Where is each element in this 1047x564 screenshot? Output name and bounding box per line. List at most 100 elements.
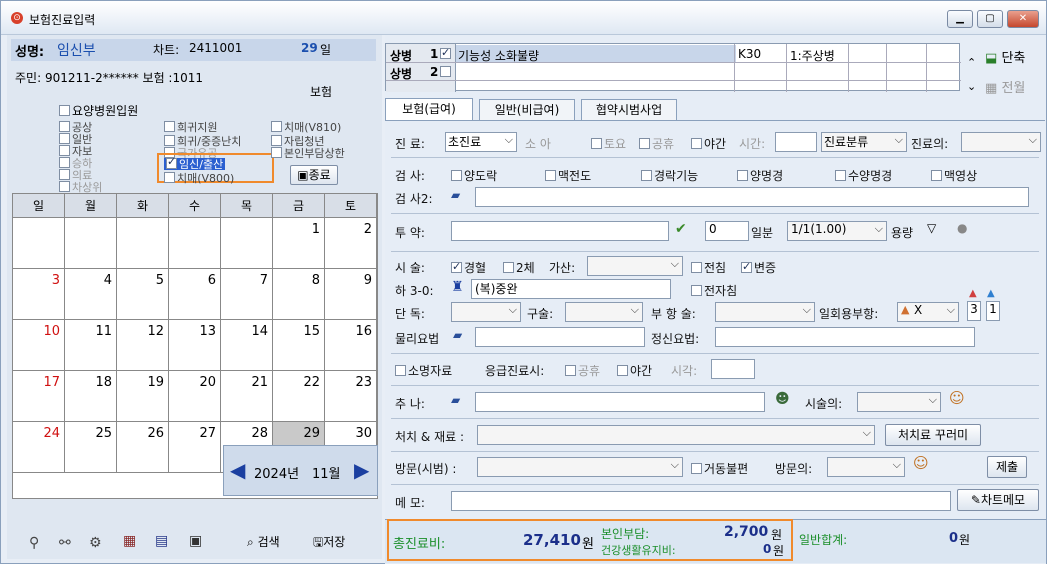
ha-input[interactable]: (복)중완 <box>471 279 671 299</box>
calendar-day[interactable]: 27 <box>169 422 221 472</box>
emerg-holiday-checkbox[interactable]: 공휴 <box>565 362 600 379</box>
diag-checkbox-2[interactable] <box>440 65 453 79</box>
sm-checkbox[interactable]: 소명자료 <box>395 362 452 379</box>
ha-checkbox[interactable]: 전자침 <box>691 282 737 299</box>
calendar-day[interactable]: 23 <box>325 371 377 421</box>
tab-general[interactable]: 일반(비급여) <box>479 99 575 120</box>
submit-button[interactable]: 제출 <box>987 456 1027 478</box>
test2-input[interactable] <box>475 187 1029 207</box>
s1-checkbox[interactable]: 치매(V810) <box>271 121 341 133</box>
acu3-checkbox[interactable]: 전침 <box>691 259 726 276</box>
c2-checkbox[interactable]: 일반 <box>59 133 92 145</box>
minimize-button[interactable]: ▁ <box>947 10 973 28</box>
chu-book-icon[interactable]: ▰ <box>451 393 460 407</box>
days-input[interactable]: 0 <box>705 221 749 241</box>
night-checkbox[interactable]: 야간 <box>691 135 726 152</box>
people-icon[interactable]: ☻ <box>775 391 790 407</box>
calendar-day[interactable]: 7 <box>221 269 273 319</box>
bu-select[interactable] <box>715 302 815 322</box>
prev-month-button[interactable]: ▦ 전월 <box>985 77 1025 96</box>
add-select[interactable] <box>587 256 683 276</box>
calendar-day[interactable] <box>117 218 169 268</box>
save-button[interactable]: 🖫저장 <box>313 533 345 554</box>
med-check-icon[interactable]: ✔ <box>675 221 687 237</box>
next-month-arrow-icon[interactable]: ▶ <box>354 458 369 482</box>
calendar-day[interactable]: 17 <box>13 371 65 421</box>
chu-input[interactable] <box>475 392 765 412</box>
scroll-up-icon[interactable]: ⌃ <box>967 56 976 69</box>
c1-checkbox[interactable]: 공상 <box>59 121 92 133</box>
calendar-day[interactable]: 4 <box>65 269 117 319</box>
home-checkbox[interactable]: 거동불편 <box>691 460 748 477</box>
r4-checkbox[interactable]: 임신/출산 <box>164 156 226 170</box>
sat-checkbox[interactable]: 토요 <box>591 135 626 152</box>
s3-checkbox[interactable]: 본인부담상한 <box>271 147 345 159</box>
calendar-day[interactable]: 8 <box>273 269 325 319</box>
calendar-day[interactable]: 12 <box>117 320 169 370</box>
test-checkbox-1[interactable]: 맥전도 <box>545 167 591 184</box>
doctor-select[interactable] <box>961 132 1041 152</box>
op-doctor-select[interactable] <box>857 392 941 412</box>
tool1-icon[interactable]: ⚲ <box>29 535 39 551</box>
diag-checkbox-1[interactable] <box>440 46 453 61</box>
holiday-checkbox[interactable]: 공휴 <box>639 135 674 152</box>
calendar-day[interactable] <box>169 218 221 268</box>
dan-select[interactable] <box>451 302 521 322</box>
emerg-time-input[interactable] <box>711 359 755 379</box>
prev-month-arrow-icon[interactable]: ◀ <box>230 458 245 482</box>
test-checkbox-2[interactable]: 경락기능 <box>641 167 698 184</box>
visit-doctor-icon[interactable]: ☺ <box>913 454 929 472</box>
gu-select[interactable] <box>565 302 643 322</box>
mat-button[interactable]: 처치료 꾸러미 <box>885 424 981 446</box>
close-patient-button[interactable]: ▣종료 <box>290 165 338 185</box>
tab-pilot[interactable]: 협약시범사업 <box>581 99 677 120</box>
calendar-day[interactable]: 1 <box>273 218 325 268</box>
test2-book-icon[interactable]: ▰ <box>451 188 460 202</box>
shortcut-button[interactable]: ⬓ 단축 <box>985 47 1025 66</box>
close-button[interactable]: ✕ <box>1007 10 1039 28</box>
c6-checkbox[interactable]: 차상위 <box>59 181 102 193</box>
calendar-day[interactable]: 26 <box>117 422 169 472</box>
calendar-day[interactable]: 9 <box>325 269 377 319</box>
tool2-icon[interactable]: ⚯ <box>59 535 71 551</box>
test-checkbox-0[interactable]: 양도락 <box>451 167 497 184</box>
s2-checkbox[interactable]: 자립청년 <box>271 135 324 147</box>
visit2-select[interactable] <box>477 457 683 477</box>
maximize-button[interactable]: ▢ <box>977 10 1003 28</box>
acu2-checkbox[interactable]: 2체 <box>503 259 535 276</box>
pt-book-icon[interactable]: ▰ <box>453 328 462 342</box>
count1-input[interactable]: 3 <box>967 301 981 321</box>
calendar-day[interactable]: 20 <box>169 371 221 421</box>
calendar-day[interactable]: 22 <box>273 371 325 421</box>
calendar-day[interactable]: 16 <box>325 320 377 370</box>
test-checkbox-5[interactable]: 맥영상 <box>931 167 977 184</box>
chart-memo-button[interactable]: ✎차트메모 <box>957 489 1039 511</box>
mat-select[interactable] <box>477 425 875 445</box>
r5-checkbox[interactable]: 치매(V800) <box>164 172 234 184</box>
visit-select[interactable]: 초진료 <box>445 132 517 152</box>
tool3-icon[interactable]: ⚙ <box>89 535 102 551</box>
calendar-day[interactable]: 13 <box>169 320 221 370</box>
test-checkbox-4[interactable]: 수양명경 <box>835 167 892 184</box>
acu4-checkbox[interactable]: 변증 <box>741 259 776 276</box>
calendar-day[interactable] <box>65 218 117 268</box>
calendar-day[interactable]: 18 <box>65 371 117 421</box>
test-checkbox-3[interactable]: 양명경 <box>737 167 783 184</box>
calendar-day[interactable]: 15 <box>273 320 325 370</box>
c3-checkbox[interactable]: 자보 <box>59 145 92 157</box>
calendar-day[interactable]: 2 <box>325 218 377 268</box>
calendar-day[interactable] <box>13 218 65 268</box>
scroll-down-icon[interactable]: ⌄ <box>967 80 976 93</box>
search-button[interactable]: ⌕ 검색 <box>247 533 280 550</box>
calendar-day[interactable]: 11 <box>65 320 117 370</box>
count2-input[interactable]: 1 <box>986 301 1000 321</box>
nursing-checkbox[interactable]: 요양병원입원 <box>59 102 138 119</box>
calendar-day[interactable]: 24 <box>13 422 65 472</box>
visit-doc-select[interactable] <box>827 457 905 477</box>
emerg-night-checkbox[interactable]: 야간 <box>617 362 652 379</box>
pill-icon[interactable]: ● <box>957 221 967 235</box>
pt-input[interactable] <box>475 327 645 347</box>
screen-icon[interactable]: ▣ <box>189 533 202 549</box>
mental-input[interactable] <box>715 327 975 347</box>
calendar-day[interactable]: 14 <box>221 320 273 370</box>
